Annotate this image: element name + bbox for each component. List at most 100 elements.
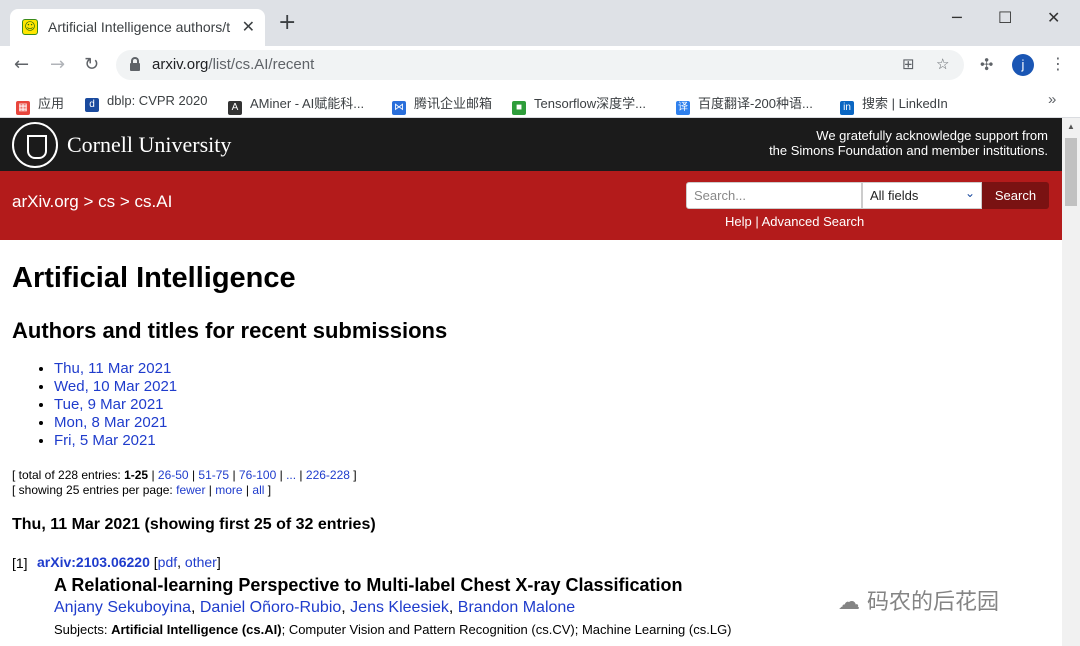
tencent-mail-icon: ⋈ bbox=[392, 101, 406, 115]
aminer-icon: A bbox=[228, 101, 242, 115]
lock-icon[interactable] bbox=[130, 57, 140, 71]
fewer-link[interactable]: fewer bbox=[176, 483, 205, 497]
address-bar[interactable]: arxiv.org/list/cs.AI/recent ⊞ ☆ bbox=[116, 50, 964, 80]
minimize-button[interactable]: ─ bbox=[952, 8, 962, 27]
date-link[interactable]: Wed, 10 Mar 2021 bbox=[54, 378, 177, 395]
bookmark-apps[interactable]: ▦ 应用 bbox=[16, 93, 64, 115]
entry-subjects: Subjects: Artificial Intelligence (cs.AI… bbox=[54, 622, 732, 637]
entry-identifiers: arXiv:2103.06220 [pdf, other] bbox=[37, 554, 221, 570]
bookmark-baidu-translate[interactable]: 译百度翻译-200种语... bbox=[676, 93, 813, 115]
bookmark-label: 应用 bbox=[38, 96, 65, 111]
bookmark-dblp[interactable]: d dblp: CVPR 2020 bbox=[85, 93, 207, 112]
other-formats-link[interactable]: other bbox=[185, 554, 217, 570]
wechat-icon: ☁ bbox=[838, 590, 860, 615]
primary-subject: Artificial Intelligence (cs.AI) bbox=[111, 622, 282, 637]
more-link[interactable]: more bbox=[215, 483, 242, 497]
profile-avatar[interactable]: j bbox=[1012, 54, 1034, 76]
date-link[interactable]: Thu, 11 Mar 2021 bbox=[54, 360, 171, 377]
support-line-2[interactable]: the Simons Foundation and member institu… bbox=[769, 143, 1048, 158]
tensorflow-icon: ■ bbox=[512, 101, 526, 115]
bookmark-label: dblp: CVPR 2020 bbox=[107, 93, 208, 108]
help-links: Help | Advanced Search bbox=[725, 214, 864, 229]
link-separator: | bbox=[751, 214, 762, 229]
scrollbar-thumb[interactable] bbox=[1065, 138, 1077, 206]
pdf-link[interactable]: pdf bbox=[158, 554, 177, 570]
translate-bookmark-icon: 译 bbox=[676, 101, 690, 115]
date-link[interactable]: Fri, 5 Mar 2021 bbox=[54, 432, 156, 449]
bookmark-tensorflow[interactable]: ■ Tensorflow深度学... bbox=[512, 93, 646, 115]
bookmark-label: 腾讯企业邮箱 bbox=[414, 96, 493, 111]
date-link[interactable]: Tue, 9 Mar 2021 bbox=[54, 396, 164, 413]
forward-icon[interactable]: → bbox=[50, 54, 65, 75]
pagination: [ total of 228 entries: 1-25 | 26-50 | 5… bbox=[12, 468, 357, 498]
bookmark-label: 搜索 | LinkedIn bbox=[862, 96, 948, 111]
entry-title: A Relational-learning Perspective to Mul… bbox=[54, 575, 683, 595]
bookmark-tencent-mail[interactable]: ⋈ 腾讯企业邮箱 bbox=[392, 93, 492, 115]
author-link[interactable]: Brandon Malone bbox=[458, 599, 575, 616]
pager-link[interactable]: 76-100 bbox=[239, 468, 276, 482]
cornell-seal-icon[interactable] bbox=[12, 122, 58, 168]
extensions-icon[interactable]: ✣ bbox=[980, 55, 993, 74]
author-link[interactable]: Daniel Oñoro-Rubio bbox=[200, 599, 341, 616]
bookmark-linkedin[interactable]: in 搜索 | LinkedIn bbox=[840, 93, 948, 115]
pager-link[interactable]: 51-75 bbox=[198, 468, 229, 482]
arxiv-favicon-icon: ☺ bbox=[22, 19, 38, 35]
date-list-item: Tue, 9 Mar 2021 bbox=[54, 396, 177, 414]
support-line-1[interactable]: We gratefully acknowledge support from bbox=[769, 128, 1048, 143]
url-path: /list/cs.AI/recent bbox=[208, 56, 315, 73]
arxiv-id-link[interactable]: arXiv:2103.06220 bbox=[37, 554, 150, 570]
pagination-per-page: [ showing 25 entries per page: fewer | m… bbox=[12, 483, 272, 497]
scrollbar[interactable]: ▲ bbox=[1062, 118, 1080, 646]
support-acknowledgement: We gratefully acknowledge support from t… bbox=[769, 128, 1048, 158]
chrome-menu-icon[interactable]: ⋮ bbox=[1050, 54, 1066, 73]
pager-link[interactable]: 226-228 bbox=[306, 468, 350, 482]
author-link[interactable]: Anjany Sekuboyina bbox=[54, 599, 191, 616]
search-input[interactable]: Search... bbox=[686, 182, 862, 209]
tab-close-icon[interactable]: ✕ bbox=[242, 17, 255, 36]
advanced-search-link[interactable]: Advanced Search bbox=[762, 214, 865, 229]
url-text[interactable]: arxiv.org/list/cs.AI/recent bbox=[152, 56, 314, 73]
other-subjects: ; Computer Vision and Pattern Recognitio… bbox=[281, 622, 732, 637]
maximize-button[interactable]: ☐ bbox=[998, 8, 1012, 27]
pager-prefix: [ total of 228 entries: bbox=[12, 468, 125, 482]
bookmark-aminer[interactable]: A AMiner - AI赋能科... bbox=[228, 93, 364, 115]
back-icon[interactable]: ← bbox=[14, 54, 29, 75]
translate-icon[interactable]: ⊞ bbox=[902, 55, 915, 73]
dblp-icon: d bbox=[85, 98, 99, 112]
help-link[interactable]: Help bbox=[725, 214, 752, 229]
search-field-select[interactable]: All fields ⌄ bbox=[862, 182, 982, 209]
search-button[interactable]: Search bbox=[982, 182, 1049, 209]
bookmarks-bar: ▦ 应用 d dblp: CVPR 2020 A AMiner - AI赋能科... … bbox=[0, 84, 1080, 118]
bookmark-star-icon[interactable]: ☆ bbox=[936, 55, 949, 73]
page-title: Artificial Intelligence bbox=[12, 262, 296, 294]
subjects-label: Subjects: bbox=[54, 622, 112, 637]
pager-ellipsis[interactable]: ... bbox=[286, 468, 296, 482]
tab-strip: ☺ Artificial Intelligence authors/t ✕ + … bbox=[0, 0, 1080, 46]
new-tab-button[interactable]: + bbox=[278, 12, 296, 34]
window-close-button[interactable]: ✕ bbox=[1047, 8, 1060, 27]
bookmark-label: Tensorflow深度学... bbox=[534, 96, 646, 111]
url-host: arxiv.org bbox=[152, 56, 209, 73]
day-heading: Thu, 11 Mar 2021 (showing first 25 of 32… bbox=[12, 516, 376, 533]
per-page-prefix: [ showing 25 entries per page: bbox=[12, 483, 177, 497]
browser-toolbar: ← → ↻ arxiv.org/list/cs.AI/recent ⊞ ☆ ✣ … bbox=[0, 46, 1080, 84]
scroll-up-icon[interactable]: ▲ bbox=[1067, 122, 1075, 131]
all-link[interactable]: all bbox=[252, 483, 264, 497]
date-list-item: Fri, 5 Mar 2021 bbox=[54, 432, 177, 450]
bookmarks-overflow-icon[interactable]: » bbox=[1048, 91, 1056, 108]
browser-tab[interactable]: ☺ Artificial Intelligence authors/t ✕ bbox=[10, 9, 265, 46]
date-list-item: Wed, 10 Mar 2021 bbox=[54, 378, 177, 396]
arxiv-header: arXiv.org > cs > cs.AI Search... All fie… bbox=[0, 171, 1062, 240]
wechat-watermark: ☁ 码农的后花园 bbox=[838, 584, 999, 616]
author-link[interactable]: Jens Kleesiek bbox=[350, 599, 449, 616]
tab-title: Artificial Intelligence authors/t bbox=[48, 19, 231, 35]
chevron-down-icon: ⌄ bbox=[964, 186, 975, 200]
pagination-total: [ total of 228 entries: 1-25 | 26-50 | 5… bbox=[12, 468, 357, 482]
cornell-header: Cornell University We gratefully acknowl… bbox=[0, 118, 1062, 171]
pager-link[interactable]: 26-50 bbox=[158, 468, 189, 482]
breadcrumb[interactable]: arXiv.org > cs > cs.AI bbox=[12, 192, 172, 212]
cornell-brand[interactable]: Cornell University bbox=[67, 132, 231, 158]
reload-icon[interactable]: ↻ bbox=[84, 54, 99, 75]
date-link[interactable]: Mon, 8 Mar 2021 bbox=[54, 414, 167, 431]
pager-current: 1-25 bbox=[124, 468, 149, 482]
